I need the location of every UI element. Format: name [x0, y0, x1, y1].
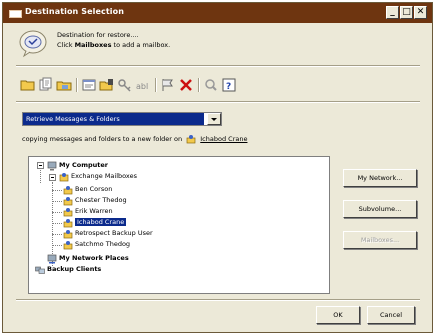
toolbar: abl ?	[18, 75, 420, 97]
tree-node-label: My Network Places	[59, 254, 129, 262]
tree-line	[52, 234, 62, 235]
mailboxes-button[interactable]: Mailboxes...	[343, 231, 417, 249]
restore-mode-value: Retrieve Messages & Folders	[23, 113, 204, 125]
collapse-my-computer-icon[interactable]	[37, 162, 44, 169]
tree-node-my-computer[interactable]: My Computer	[47, 160, 108, 171]
header-instruction-1: Destination for restore....	[57, 31, 139, 39]
mailbox-person-icon	[63, 229, 73, 238]
window-app-icon	[9, 10, 22, 18]
svg-text:?: ?	[226, 82, 231, 92]
header-prefix: Click	[57, 41, 75, 49]
destination-selection-window: Destination Selection _ □ ✕ Destination …	[2, 2, 433, 333]
mailbox-person-icon	[63, 218, 73, 227]
collapse-exchange-icon[interactable]	[49, 174, 56, 181]
rename-icon[interactable]: abl	[135, 77, 151, 93]
mailbox-person-icon	[63, 196, 73, 205]
tree-node-label: Erik Warren	[75, 207, 113, 215]
mailbox-person-icon	[186, 135, 196, 144]
tree-node-my-network-places[interactable]: My Network Places	[47, 253, 129, 264]
tree-node-mailbox-selected[interactable]: Ichabod Crane	[63, 217, 127, 228]
subvolume-button[interactable]: Subvolume...	[343, 200, 417, 218]
restore-destination-icon	[19, 30, 47, 58]
folder-open-icon[interactable]	[20, 77, 36, 93]
tree-node-label: Ichabod Crane	[75, 218, 127, 226]
toolbar-separator-line	[16, 101, 420, 103]
restore-mode-select[interactable]: Retrieve Messages & Folders	[22, 112, 222, 126]
tree-node-mailbox[interactable]: Erik Warren	[63, 206, 113, 217]
header-mailboxes-word: Mailboxes	[74, 41, 112, 49]
header-instruction-2: Click Mailboxes to add a mailbox.	[57, 41, 170, 49]
tree-node-label: Exchange Mailboxes	[71, 172, 137, 180]
folder-edit-icon[interactable]	[99, 77, 115, 93]
exchange-icon	[59, 172, 69, 181]
backup-clients-icon	[35, 266, 45, 274]
pages-icon[interactable]	[38, 77, 54, 93]
copy-description-text: copying messages and folders to a new fo…	[22, 135, 183, 143]
destination-tree[interactable]: My Computer Exchange Mailboxes Ben Corso…	[28, 156, 330, 294]
cancel-button[interactable]: Cancel	[367, 306, 415, 324]
header-suffix: to add a mailbox.	[111, 41, 171, 49]
minimize-button[interactable]: _	[386, 6, 399, 19]
question-icon[interactable]: ?	[221, 77, 237, 93]
tree-node-mailbox[interactable]: Ben Corson	[63, 184, 112, 195]
maximize-button[interactable]: □	[400, 6, 413, 19]
mailbox-person-icon	[63, 240, 73, 249]
tree-line	[52, 212, 62, 213]
network-icon	[47, 254, 57, 263]
copy-description: copying messages and folders to a new fo…	[22, 134, 247, 144]
flag-icon[interactable]	[160, 77, 176, 93]
tree-line	[52, 201, 62, 202]
tree-node-label: Satchmo Thedog	[75, 240, 131, 248]
tree-node-mailbox[interactable]: Satchmo Thedog	[63, 239, 130, 250]
toolbar-separator	[198, 78, 200, 92]
window-title: Destination Selection	[25, 7, 124, 16]
copy-target-name: Ichabod Crane	[200, 135, 248, 143]
footer-separator	[16, 299, 420, 301]
tree-line	[52, 223, 62, 224]
computer-icon	[47, 161, 57, 170]
dropdown-arrow-icon[interactable]	[207, 113, 221, 125]
toolbar-separator	[155, 78, 157, 92]
tree-line	[40, 170, 41, 183]
tree-node-label: Backup Clients	[47, 265, 102, 273]
tree-node-label: Retrospect Backup User	[75, 229, 153, 237]
header-separator	[16, 65, 420, 67]
key-icon[interactable]	[117, 77, 133, 93]
tree-node-label: Ben Corson	[75, 185, 113, 193]
ok-button[interactable]: OK	[316, 306, 360, 324]
tree-node-exchange-mailboxes[interactable]: Exchange Mailboxes	[59, 171, 137, 182]
mailbox-person-icon	[63, 207, 73, 216]
help-search-icon[interactable]	[203, 77, 219, 93]
tree-line	[52, 190, 62, 191]
mailbox-icon[interactable]	[56, 77, 72, 93]
toolbar-separator	[76, 78, 78, 92]
mailbox-person-icon	[63, 185, 73, 194]
tree-node-label: My Computer	[59, 161, 108, 169]
properties-icon[interactable]	[81, 77, 97, 93]
tree-node-backup-clients[interactable]: Backup Clients	[35, 264, 101, 275]
tree-node-label: Chester Thedog	[75, 196, 127, 204]
title-bar[interactable]: Destination Selection _ □ ✕	[3, 3, 432, 23]
close-button[interactable]: ✕	[414, 6, 427, 19]
tree-node-mailbox[interactable]: Retrospect Backup User	[63, 228, 153, 239]
tree-line	[52, 245, 62, 246]
tree-node-mailbox[interactable]: Chester Thedog	[63, 195, 127, 206]
my-network-button[interactable]: My Network...	[343, 169, 417, 187]
svg-text:abl: abl	[136, 82, 148, 91]
delete-x-icon[interactable]	[178, 77, 194, 93]
